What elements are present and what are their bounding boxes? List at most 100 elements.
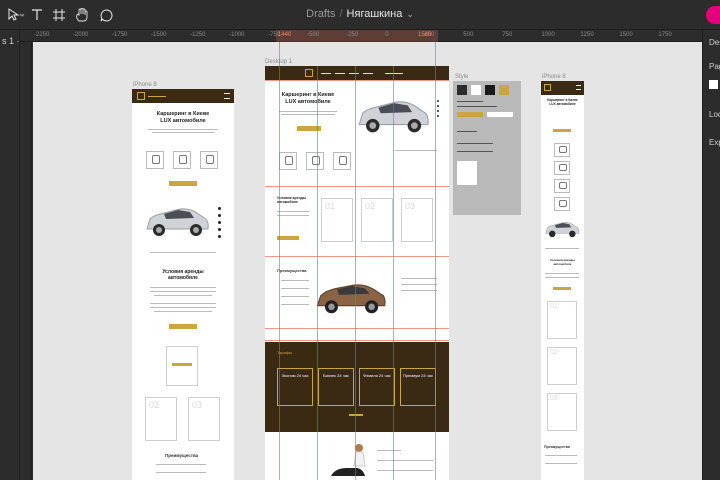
advantages-title: Преимущества [165, 453, 199, 458]
slider-dots[interactable] [218, 207, 221, 242]
layers-panel: s 1 · [0, 30, 20, 480]
nav-link[interactable] [335, 73, 345, 74]
car-specs-line [395, 150, 437, 151]
typography-sample [457, 106, 497, 107]
chevron-down-icon[interactable]: ⌄ [406, 9, 414, 19]
step-number: 01 [325, 201, 336, 211]
slider-dots[interactable] [437, 100, 439, 120]
color-swatch[interactable] [485, 85, 495, 95]
rent-text-line [150, 307, 216, 308]
page-section-label: Pag [709, 62, 720, 71]
feature-card [333, 152, 351, 170]
ruler-tick-label: -500 [307, 32, 320, 38]
page-color-swatch[interactable] [709, 80, 718, 89]
ruler-tick-label: 1000 [541, 32, 555, 38]
feature-card [279, 152, 297, 170]
style-sample-line [457, 151, 493, 152]
desktop-hero-title: Каршеринг в Киеве LUX автомобиле [281, 92, 335, 105]
price-card[interactable]: Эконом 24 час [277, 368, 313, 406]
nav-link[interactable] [349, 73, 359, 74]
ruler-tick-label: -1000 [229, 32, 245, 38]
step-card: 01 [321, 198, 353, 242]
rent-text-line [545, 277, 579, 278]
color-swatch[interactable] [471, 85, 481, 95]
hero-text-line [279, 111, 337, 112]
user-avatar[interactable] [706, 6, 720, 24]
typography-sample [457, 101, 483, 102]
advantage-line [156, 464, 206, 465]
ruler-tick-label: 750 [502, 32, 513, 38]
advantage-line [545, 463, 577, 464]
pricing-label: Тарифы [277, 350, 293, 355]
contact-input[interactable] [377, 460, 433, 461]
cta-button[interactable] [297, 126, 321, 131]
design-canvas[interactable]: iPhone 8 Каршеринг в Киеве LUX автомобил… [33, 42, 702, 480]
suv-car-image [545, 222, 580, 238]
mobile-frame[interactable]: Каршеринг в Киеве LUX автомобиле Условия… [132, 89, 234, 480]
feature-card [554, 143, 570, 157]
frame-label-mobile-2[interactable]: iPhone 8 [542, 74, 566, 80]
ruler-tick-label: -2000 [73, 32, 89, 38]
ruler-tick-label: 1250 [580, 32, 594, 38]
price-card[interactable]: Бизнес 24 час [318, 368, 354, 406]
cta-button[interactable] [169, 181, 197, 186]
nav-link[interactable] [321, 73, 331, 74]
feature-card [554, 161, 570, 175]
hero-text-line [152, 132, 214, 133]
menu-icon[interactable] [576, 85, 581, 90]
export-label[interactable]: Exp [709, 138, 720, 147]
step-number: 03 [550, 395, 558, 402]
ruler-tick-label: -1250 [190, 32, 206, 38]
step-card: 02 [145, 397, 177, 441]
frame-label-style[interactable]: Style [455, 74, 468, 80]
pricing-slider-indicator[interactable] [349, 414, 363, 416]
rent-button[interactable] [277, 236, 299, 240]
button-style-primary[interactable] [457, 112, 483, 117]
nav-phone[interactable] [385, 73, 403, 74]
rent-text-line [150, 287, 216, 288]
feature-card [554, 197, 570, 211]
button-style-secondary[interactable] [487, 112, 513, 117]
ruler-highlight-label: 1560 [418, 32, 432, 38]
advantage-line [401, 284, 437, 285]
ruler-tick-label: -250 [346, 32, 359, 38]
desktop-rent-title: Условия аренды автомобиле [277, 196, 306, 205]
step-number: 02 [149, 400, 160, 410]
crossover-car-image [316, 284, 386, 314]
color-swatch[interactable] [499, 85, 509, 95]
mobile-rent-title: Условия аренды автомобиле [550, 258, 575, 266]
breadcrumb-drafts-link[interactable]: Drafts [306, 8, 335, 20]
step-card: 01 [547, 301, 577, 339]
ruler-tick-label: -1500 [151, 32, 167, 38]
ruler-tick-label: 1500 [619, 32, 633, 38]
step-number: 02 [365, 201, 376, 211]
ruler-tick-label: -1750 [112, 32, 128, 38]
guide-line[interactable] [279, 42, 280, 66]
advantage-line [545, 455, 577, 456]
mobile-hero-title: Каршеринг в Киеве LUX автомобиле [156, 111, 210, 124]
ruler-highlight-label: 1440 [278, 32, 292, 38]
price-card-title: Фэмили 24 час [363, 373, 391, 378]
style-sample-line [457, 131, 477, 132]
style-guide-frame[interactable] [453, 81, 521, 215]
advantage-line [281, 280, 309, 281]
price-card[interactable]: Фэмили 24 час [359, 368, 395, 406]
price-card[interactable]: Премиум 24 час [400, 368, 436, 406]
rent-button[interactable] [169, 324, 197, 329]
cta-button[interactable] [553, 129, 571, 132]
advantage-line [281, 288, 309, 289]
color-swatch[interactable] [457, 85, 467, 95]
design-tab[interactable]: Des [709, 38, 720, 47]
horizontal-ruler: -2250 -2000 -1750 -1500 -1250 -1000 -750 -500 -2… [20, 30, 702, 42]
pages-label[interactable]: s 1 · [2, 36, 20, 46]
mobile-frame-2[interactable]: Каршеринг в Киеве LUX автомобиле Условия… [541, 81, 584, 480]
menu-icon[interactable] [224, 93, 230, 99]
desktop-frame[interactable]: Каршеринг в Киеве LUX автомобиле Условия… [265, 66, 449, 480]
guide-line[interactable] [435, 42, 436, 66]
frame-label-mobile[interactable]: iPhone 8 [133, 82, 157, 88]
contact-input[interactable] [377, 470, 433, 471]
rent-button[interactable] [553, 287, 571, 290]
nav-link[interactable] [363, 73, 373, 74]
file-name[interactable]: Нягашкина [347, 8, 403, 20]
advantage-line [401, 278, 437, 279]
